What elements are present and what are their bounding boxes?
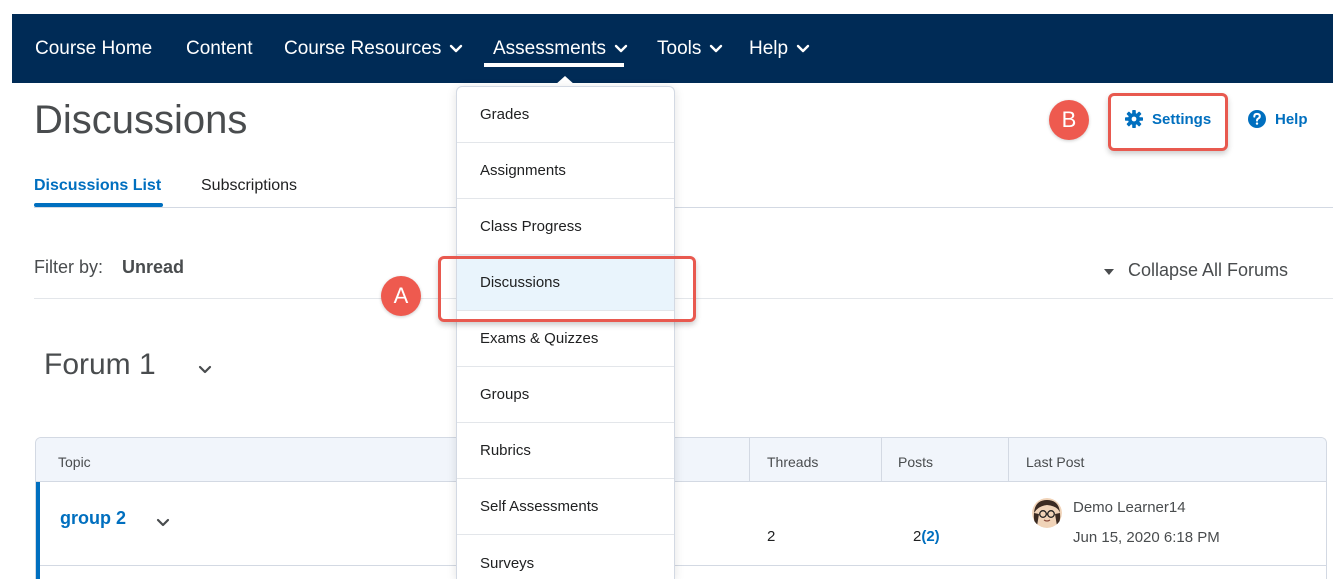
topics-table: Topic Threads Posts Last Post group 2 2 … [35, 437, 1327, 579]
dropdown-caret [555, 76, 575, 85]
nav-content-label: Content [186, 38, 253, 59]
forum-title: Forum 1 [44, 348, 156, 381]
nav-assessments[interactable]: Assessments [493, 38, 628, 60]
course-navbar: Course Home Content Course Resources Ass… [12, 14, 1333, 83]
collapse-all-label: Collapse All Forums [1128, 260, 1289, 280]
menu-item-surveys[interactable]: Surveys [457, 535, 674, 579]
nav-help[interactable]: Help [749, 38, 810, 60]
menu-item-self-assessments[interactable]: Self Assessments [457, 479, 674, 535]
header-threads: Threads [767, 454, 819, 470]
nav-course-resources-label: Course Resources [284, 38, 442, 59]
next-row-accent-bar [36, 566, 40, 579]
nav-content[interactable]: Content [186, 38, 253, 60]
table-header-row: Topic Threads Posts Last Post [36, 438, 1326, 482]
unread-posts-link[interactable]: (2) [921, 528, 939, 545]
menu-item-groups[interactable]: Groups [457, 367, 674, 423]
nav-course-home-label: Course Home [35, 38, 153, 59]
column-divider [881, 438, 882, 482]
chevron-down-icon [710, 44, 723, 53]
chevron-down-icon [614, 44, 628, 53]
chevron-down-icon [450, 44, 463, 53]
nav-tools-label: Tools [657, 38, 702, 59]
tab-discussions-list[interactable]: Discussions List [34, 177, 161, 195]
last-post-date: Jun 15, 2020 6:18 PM [1073, 529, 1220, 546]
header-posts: Posts [898, 454, 934, 470]
chevron-down-icon [796, 44, 810, 53]
menu-item-rubrics[interactable]: Rubrics [457, 423, 674, 479]
nav-assessments-label: Assessments [493, 38, 606, 59]
nav-active-underline [484, 63, 624, 67]
tabs-divider [34, 207, 1333, 208]
avatar-image [1032, 498, 1062, 528]
header-last-post: Last Post [1026, 454, 1085, 470]
nav-tools[interactable]: Tools [657, 38, 723, 60]
last-post-author: Demo Learner14 [1073, 499, 1186, 516]
help-button[interactable]: Help [1247, 109, 1308, 129]
menu-item-class-progress[interactable]: Class Progress [457, 199, 674, 255]
menu-item-assignments[interactable]: Assignments [457, 143, 674, 199]
question-circle-icon [1248, 110, 1266, 128]
forum-chevron-down-icon[interactable] [197, 364, 213, 376]
annotation-badge-a: A [381, 276, 421, 316]
menu-item-grades[interactable]: Grades [457, 87, 674, 143]
collapse-all-forums-button[interactable]: Collapse All Forums [1104, 260, 1288, 281]
row-accent-bar [36, 482, 40, 566]
nav-help-label: Help [749, 38, 789, 59]
topic-chevron-down-icon[interactable] [156, 518, 170, 528]
column-divider [749, 438, 750, 482]
assessments-dropdown-menu: Grades Assignments Class Progress Discus… [456, 86, 675, 579]
filter-unread-button[interactable]: Unread [122, 257, 184, 278]
topic-link[interactable]: group 2 [60, 508, 126, 529]
caret-down-icon [1104, 268, 1114, 275]
top-strip [0, 0, 1333, 14]
tab-subscriptions[interactable]: Subscriptions [201, 177, 297, 195]
nav-course-resources[interactable]: Course Resources [284, 38, 463, 60]
highlight-box-discussions [438, 256, 696, 322]
threads-count: 2 [767, 528, 776, 545]
filter-label: Filter by: [34, 257, 104, 277]
header-topic: Topic [58, 454, 91, 470]
annotation-badge-b: B [1049, 100, 1089, 140]
highlight-box-settings [1108, 93, 1228, 151]
avatar [1032, 498, 1062, 528]
page-title: Discussions [34, 98, 248, 142]
table-row: group 2 2 2(2) Demo Learner14 Jun 15, 20… [36, 482, 1326, 566]
help-label: Help [1275, 110, 1308, 128]
column-divider [1008, 438, 1009, 482]
posts-cell: 2(2) [913, 528, 940, 545]
nav-course-home[interactable]: Course Home [35, 38, 152, 60]
